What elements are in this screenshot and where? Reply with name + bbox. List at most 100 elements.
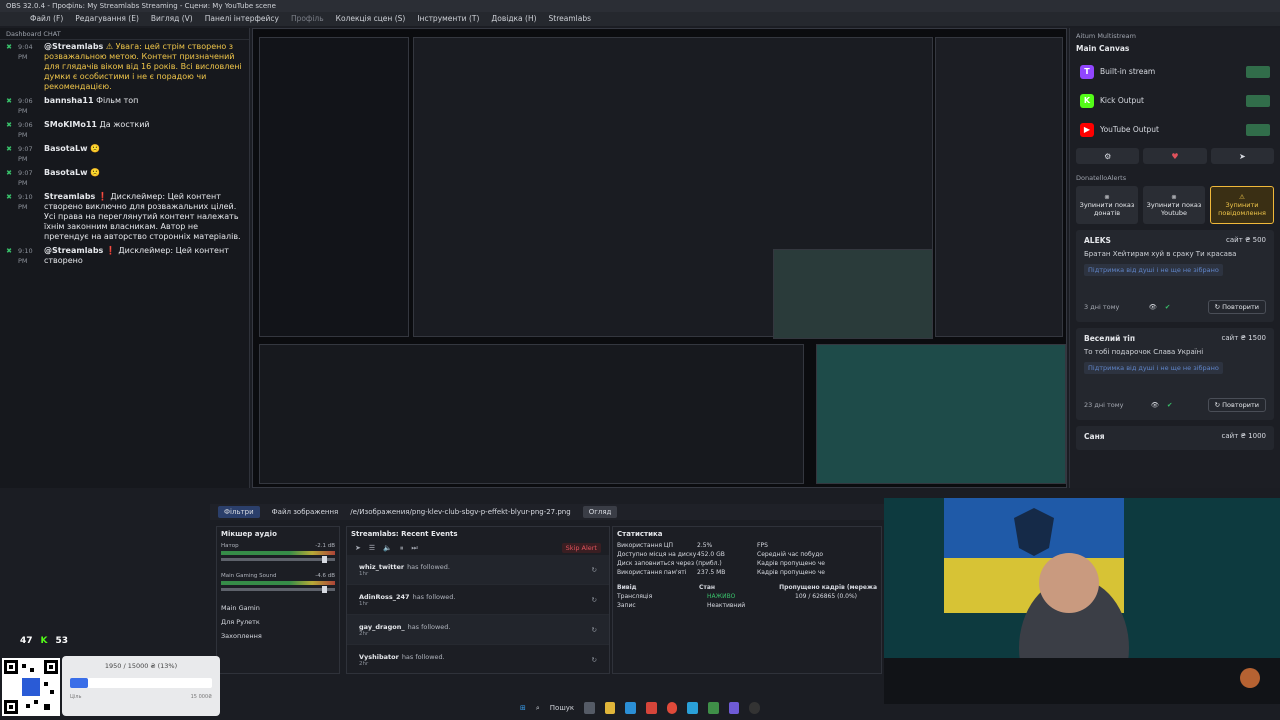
cpu-label: Використання ЦП — [617, 542, 674, 549]
menu-edit[interactable]: Редагування (E) — [75, 14, 139, 24]
volume-slider[interactable] — [221, 586, 335, 593]
menu-profile[interactable]: Профіль — [291, 14, 324, 24]
explorer-icon[interactable] — [604, 702, 616, 714]
badge-icon: ✖ — [6, 193, 12, 201]
taskbar-search[interactable]: Пошук — [550, 704, 574, 712]
chat-message[interactable]: ✖ 9:06 PM SMoKIMo11 Да жосткий — [0, 118, 249, 142]
replay-icon[interactable]: ↻ — [592, 596, 597, 604]
browse-button[interactable]: Огляд — [582, 506, 618, 518]
check-icon[interactable]: ✔ — [1165, 303, 1170, 311]
stop-icon: ⊗ — [1104, 193, 1110, 201]
task-view-icon[interactable] — [584, 702, 595, 714]
stop-alerts-button[interactable]: ⚠ Зупинити повідомлення — [1210, 186, 1274, 224]
chat-user[interactable]: BasotaLw — [44, 168, 87, 177]
chat-user[interactable]: @Streamlabs — [44, 42, 103, 51]
skip-icon[interactable]: ⏭ — [411, 544, 417, 553]
menu-streamlabs[interactable]: Streamlabs — [549, 14, 591, 24]
settings-button[interactable]: ⚙ — [1076, 148, 1140, 164]
goal-progress-bar — [70, 678, 212, 688]
badge-icon: ✖ — [6, 247, 12, 255]
menu-help[interactable]: Довідка (H) — [491, 14, 536, 24]
channel-db: -4.6 dB — [315, 573, 335, 579]
chat-list[interactable]: ✖ 9:04 PM @Streamlabs ⚠ Увага: цей стрім с… — [0, 40, 249, 268]
chat-time: 9:06 PM — [18, 121, 33, 139]
app-icon[interactable] — [708, 702, 719, 714]
donation-list: ALEKS сайт ₴ 500 Братан Хейтирам хуй в сра… — [1070, 230, 1280, 450]
image-path[interactable]: /e/Изображения/png-klev-club-sbgv-p-effe… — [350, 508, 570, 516]
chat-user[interactable]: bannsha11 — [44, 96, 94, 105]
search-icon[interactable]: ⌕ — [536, 704, 540, 713]
eye-icon[interactable]: 👁 — [1151, 401, 1159, 409]
donation-card: Саня сайт ₴ 1000 — [1076, 426, 1274, 450]
check-icon[interactable]: ✔ — [1167, 401, 1172, 409]
chat-message[interactable]: ✖ 9:10 PM @Streamlabs ❗ Дисклеймер: Цей ко… — [0, 244, 249, 268]
send-icon[interactable]: ➤ — [355, 544, 361, 552]
chat-message[interactable]: ✖ 9:07 PM BasotaLw 🙁 — [0, 142, 249, 166]
event-action: has followed. — [407, 562, 450, 571]
discord-icon[interactable] — [728, 702, 740, 714]
events-list: whiz_twitter has followed. 1hr ↻ AdinRoss_24… — [347, 555, 609, 673]
chat-text: 🙁 — [90, 144, 100, 153]
telegram-icon[interactable] — [687, 702, 699, 714]
opera-icon[interactable] — [646, 702, 657, 714]
obs-icon[interactable] — [749, 702, 761, 714]
mute-icon[interactable]: 🔈 — [383, 544, 392, 552]
output-toggle[interactable] — [1246, 123, 1270, 136]
event-user: AdinRoss_247 — [359, 592, 410, 601]
goal-min: Ціль — [70, 694, 82, 700]
gear-icon: ⚙ — [1104, 151, 1112, 161]
windows-start-icon[interactable]: ⊞ — [520, 704, 526, 712]
output-toggle[interactable] — [1246, 94, 1270, 107]
replay-icon[interactable]: ↻ — [592, 626, 597, 634]
repeat-button[interactable]: ↻ Повторити — [1207, 300, 1266, 314]
chat-message[interactable]: ✖ 9:04 PM @Streamlabs ⚠ Увага: цей стрім с… — [0, 40, 249, 94]
event-row[interactable]: whiz_twitter has followed. 1hr ↻ — [347, 555, 609, 585]
taskbar: ⊞ ⌕ Пошук — [450, 698, 830, 718]
scene-preview[interactable] — [252, 28, 1067, 488]
list-icon[interactable]: ☰ — [369, 544, 375, 552]
output-row: T Built-in stream — [1070, 57, 1280, 86]
repeat-button[interactable]: ↻ Повторити — [1207, 398, 1266, 412]
chat-message[interactable]: ✖ 9:07 PM BasotaLw 🙁 — [0, 166, 249, 190]
edge-icon[interactable] — [625, 702, 637, 714]
source-item[interactable]: Захоплення — [221, 629, 335, 643]
menu-tools[interactable]: Інструменти (T) — [417, 14, 479, 24]
output-toggle[interactable] — [1246, 65, 1270, 78]
source-item[interactable]: Для Рулетк — [221, 615, 335, 629]
replay-icon[interactable]: ↻ — [592, 566, 597, 574]
volume-slider[interactable] — [221, 556, 335, 563]
pause-icon[interactable]: ⏸ — [400, 544, 404, 553]
skip-alert-button[interactable]: Skip Alert — [561, 543, 601, 553]
event-row[interactable]: gay_dragon_ has followed. 2hr ↻ — [347, 615, 609, 645]
filters-button[interactable]: Фільтри — [218, 506, 260, 518]
donation-card: Веселий тіп сайт ₴ 1500 То тобі подарочок … — [1076, 328, 1274, 420]
chat-message[interactable]: ✖ 9:10 PM Streamlabs ❗ Дисклеймер: Цей кон… — [0, 190, 249, 244]
source-item[interactable]: Main Gamin — [221, 601, 335, 615]
preview-webcam-small — [773, 249, 933, 339]
event-row[interactable]: Vyshibator has followed. 2hr ↻ — [347, 645, 609, 673]
heart-button[interactable]: ♥ — [1143, 148, 1207, 164]
mixer-channel: Main Gaming Sound -4.6 dB — [217, 571, 339, 593]
output-row: K Kick Output — [1070, 86, 1280, 115]
stop-icon: ⊗ — [1171, 193, 1177, 201]
eye-icon[interactable]: 👁 — [1149, 303, 1157, 311]
chat-user[interactable]: @Streamlabs — [44, 246, 103, 255]
donation-message: То тобі подарочок Слава Україні — [1084, 348, 1204, 356]
chat-user[interactable]: SMoKIMo11 — [44, 120, 97, 129]
chat-dock-title: Dashboard CHAT — [0, 28, 249, 40]
menu-view[interactable]: Вигляд (V) — [151, 14, 193, 24]
chat-user[interactable]: BasotaLw — [44, 144, 87, 153]
chat-message[interactable]: ✖ 9:06 PM bannsha11 Фільм топ — [0, 94, 249, 118]
menu-scene-collection[interactable]: Колекція сцен (S) — [336, 14, 406, 24]
replay-icon[interactable]: ↻ — [592, 656, 597, 664]
menu-file[interactable]: Файл (F) — [30, 14, 63, 24]
preview-chat-mirror — [259, 37, 409, 337]
event-row[interactable]: AdinRoss_247 has followed. 1hr ↻ — [347, 585, 609, 615]
stop-youtube-button[interactable]: ⊗ Зупинити показ Youtube — [1143, 186, 1205, 224]
chat-user[interactable]: Streamlabs — [44, 192, 95, 201]
mixer-channel: Натор -2.1 dB — [217, 541, 339, 563]
chrome-icon[interactable] — [666, 702, 678, 714]
stop-donations-button[interactable]: ⊗ Зупинити показ донатів — [1076, 186, 1138, 224]
send-button[interactable]: ➤ — [1210, 148, 1274, 164]
menu-docks[interactable]: Панелі інтерфейсу — [205, 14, 279, 24]
